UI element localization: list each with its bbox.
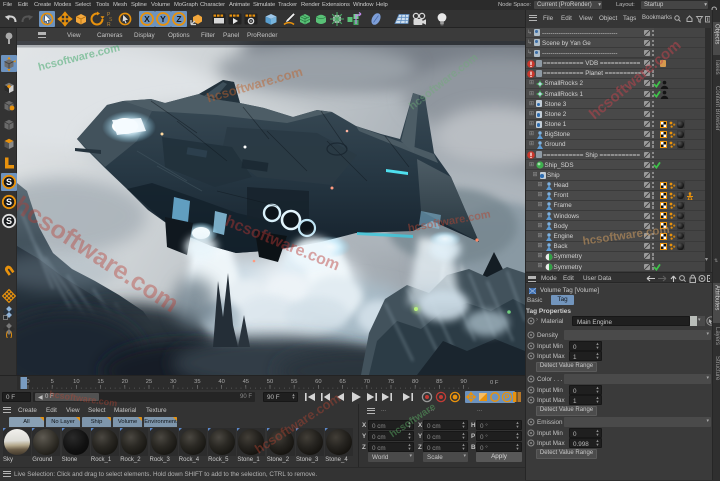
svg-text:65: 65 [339,379,345,385]
svg-text:60: 60 [315,379,321,385]
svg-text:85: 85 [436,379,442,385]
svg-text:15: 15 [97,379,103,385]
svg-text:( ): ( ) [5,332,12,338]
svg-text:20: 20 [122,379,128,385]
svg-text:S: S [5,197,11,207]
svg-text:50: 50 [267,379,273,385]
svg-text:10: 10 [73,379,79,385]
svg-text:40: 40 [218,379,224,385]
svg-text:Z: Z [176,14,181,24]
svg-text:X: X [144,14,150,24]
svg-text:55: 55 [291,379,297,385]
svg-text:35: 35 [194,379,200,385]
svg-text:45: 45 [243,379,249,385]
svg-text:P: P [505,395,510,402]
svg-text:Y: Y [160,14,166,24]
svg-text:80: 80 [412,379,418,385]
svg-text:25: 25 [146,379,152,385]
svg-text:5: 5 [51,379,54,385]
svg-text:70: 70 [364,379,370,385]
svg-text:S: S [5,216,11,226]
svg-text:90: 90 [460,379,466,385]
svg-text:75: 75 [388,379,394,385]
svg-text:30: 30 [170,379,176,385]
svg-text:R: R [107,22,111,27]
svg-text:S: S [5,177,11,187]
svg-text:0 F: 0 F [490,380,499,386]
